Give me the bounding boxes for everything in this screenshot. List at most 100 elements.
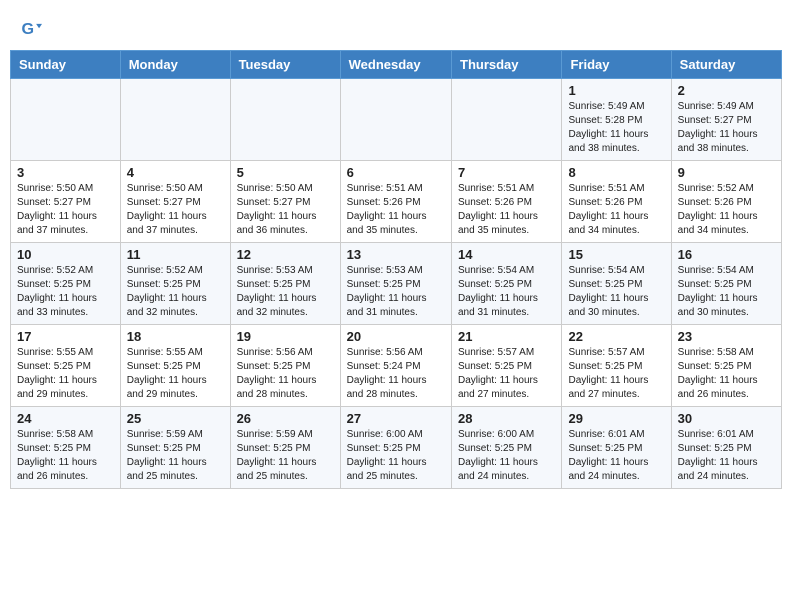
day-number: 22 [568,329,664,344]
calendar-cell: 6 Sunrise: 5:51 AM Sunset: 5:26 PM Daylig… [340,161,451,243]
day-info: Sunrise: 5:55 AM Sunset: 5:25 PM Dayligh… [127,346,224,402]
day-info: Sunrise: 5:59 AM Sunset: 5:25 PM Dayligh… [127,428,224,484]
day-info: Sunrise: 5:55 AM Sunset: 5:25 PM Dayligh… [17,346,114,402]
day-number: 24 [17,411,114,426]
day-number: 10 [17,247,114,262]
day-number: 2 [678,83,775,98]
calendar-week-row: 10 Sunrise: 5:52 AM Sunset: 5:25 PM Dayli… [11,243,782,325]
day-info: Sunrise: 5:49 AM Sunset: 5:27 PM Dayligh… [678,100,775,156]
weekday-header-friday: Friday [562,51,671,79]
day-number: 30 [678,411,775,426]
day-info: Sunrise: 5:54 AM Sunset: 5:25 PM Dayligh… [678,264,775,320]
day-info: Sunrise: 5:53 AM Sunset: 5:25 PM Dayligh… [237,264,334,320]
calendar-cell: 19Sunrise: 5:56 AM Sunset: 5:25 PM Dayli… [230,325,340,407]
day-info: Sunrise: 5:49 AM Sunset: 5:28 PM Dayligh… [568,100,664,156]
day-number: 28 [458,411,555,426]
calendar-cell: 15 Sunrise: 5:54 AM Sunset: 5:25 PM Dayli… [562,243,671,325]
weekday-header-thursday: Thursday [452,51,562,79]
day-number: 3 [17,165,114,180]
day-number: 4 [127,165,224,180]
calendar-cell: 23 Sunrise: 5:58 AM Sunset: 5:25 PM Dayli… [671,325,781,407]
calendar-cell: 10 Sunrise: 5:52 AM Sunset: 5:25 PM Dayli… [11,243,121,325]
day-info: Sunrise: 5:52 AM Sunset: 5:25 PM Dayligh… [17,264,114,320]
day-number: 21 [458,329,555,344]
calendar-week-row: 24 Sunrise: 5:58 AM Sunset: 5:25 PM Dayli… [11,407,782,489]
calendar-cell: 30 Sunrise: 6:01 AM Sunset: 5:25 PM Dayli… [671,407,781,489]
calendar-cell: 16 Sunrise: 5:54 AM Sunset: 5:25 PM Dayli… [671,243,781,325]
weekday-header-wednesday: Wednesday [340,51,451,79]
day-number: 20 [347,329,445,344]
calendar-cell: 24 Sunrise: 5:58 AM Sunset: 5:25 PM Dayli… [11,407,121,489]
day-info: Sunrise: 5:51 AM Sunset: 5:26 PM Dayligh… [347,182,445,238]
day-info: Sunrise: 5:59 AM Sunset: 5:25 PM Dayligh… [237,428,334,484]
day-number: 13 [347,247,445,262]
day-number: 18 [127,329,224,344]
calendar-cell: 20 Sunrise: 5:56 AM Sunset: 5:24 PM Dayli… [340,325,451,407]
weekday-header-saturday: Saturday [671,51,781,79]
day-info: Sunrise: 6:00 AM Sunset: 5:25 PM Dayligh… [347,428,445,484]
day-number: 27 [347,411,445,426]
calendar-cell: 4 Sunrise: 5:50 AM Sunset: 5:27 PM Daylig… [120,161,230,243]
day-info: Sunrise: 5:50 AM Sunset: 5:27 PM Dayligh… [127,182,224,238]
calendar-cell: 29 Sunrise: 6:01 AM Sunset: 5:25 PM Dayli… [562,407,671,489]
calendar-cell: 17 Sunrise: 5:55 AM Sunset: 5:25 PM Dayli… [11,325,121,407]
day-info: Sunrise: 5:51 AM Sunset: 5:26 PM Dayligh… [568,182,664,238]
calendar-cell [452,79,562,161]
day-number: 14 [458,247,555,262]
day-number: 29 [568,411,664,426]
calendar-table: SundayMondayTuesdayWednesdayThursdayFrid… [10,50,782,489]
day-number: 25 [127,411,224,426]
calendar-cell [120,79,230,161]
calendar-cell: 13Sunrise: 5:53 AM Sunset: 5:25 PM Dayli… [340,243,451,325]
calendar-cell: 1 Sunrise: 5:49 AM Sunset: 5:28 PM Daylig… [562,79,671,161]
day-info: Sunrise: 5:57 AM Sunset: 5:25 PM Dayligh… [568,346,664,402]
day-number: 23 [678,329,775,344]
day-info: Sunrise: 5:52 AM Sunset: 5:26 PM Dayligh… [678,182,775,238]
day-info: Sunrise: 5:57 AM Sunset: 5:25 PM Dayligh… [458,346,555,402]
day-number: 1 [568,83,664,98]
day-number: 7 [458,165,555,180]
logo: G [20,18,46,40]
calendar-cell: 9Sunrise: 5:52 AM Sunset: 5:26 PM Daylig… [671,161,781,243]
calendar-cell: 7Sunrise: 5:51 AM Sunset: 5:26 PM Daylig… [452,161,562,243]
weekday-header-monday: Monday [120,51,230,79]
day-info: Sunrise: 5:58 AM Sunset: 5:25 PM Dayligh… [17,428,114,484]
calendar-cell: 28Sunrise: 6:00 AM Sunset: 5:25 PM Dayli… [452,407,562,489]
calendar-body: 1 Sunrise: 5:49 AM Sunset: 5:28 PM Daylig… [11,79,782,489]
day-info: Sunrise: 5:56 AM Sunset: 5:24 PM Dayligh… [347,346,445,402]
day-number: 6 [347,165,445,180]
day-info: Sunrise: 5:52 AM Sunset: 5:25 PM Dayligh… [127,264,224,320]
day-info: Sunrise: 6:01 AM Sunset: 5:25 PM Dayligh… [568,428,664,484]
calendar-cell [340,79,451,161]
calendar-cell [230,79,340,161]
calendar-cell: 2 Sunrise: 5:49 AM Sunset: 5:27 PM Daylig… [671,79,781,161]
day-number: 12 [237,247,334,262]
day-number: 17 [17,329,114,344]
calendar-cell: 8 Sunrise: 5:51 AM Sunset: 5:26 PM Daylig… [562,161,671,243]
day-number: 15 [568,247,664,262]
calendar-cell: 26 Sunrise: 5:59 AM Sunset: 5:25 PM Dayli… [230,407,340,489]
day-number: 16 [678,247,775,262]
calendar-week-row: 17 Sunrise: 5:55 AM Sunset: 5:25 PM Dayli… [11,325,782,407]
calendar-cell: 5Sunrise: 5:50 AM Sunset: 5:27 PM Daylig… [230,161,340,243]
calendar-week-row: 1 Sunrise: 5:49 AM Sunset: 5:28 PM Daylig… [11,79,782,161]
weekday-header-sunday: Sunday [11,51,121,79]
calendar-cell: 27 Sunrise: 6:00 AM Sunset: 5:25 PM Dayli… [340,407,451,489]
calendar-cell: 21 Sunrise: 5:57 AM Sunset: 5:25 PM Dayli… [452,325,562,407]
logo-icon: G [20,18,42,40]
day-number: 26 [237,411,334,426]
calendar-cell [11,79,121,161]
day-info: Sunrise: 5:50 AM Sunset: 5:27 PM Dayligh… [17,182,114,238]
day-number: 8 [568,165,664,180]
svg-text:G: G [21,20,34,38]
calendar-cell: 3 Sunrise: 5:50 AM Sunset: 5:27 PM Daylig… [11,161,121,243]
day-info: Sunrise: 6:01 AM Sunset: 5:25 PM Dayligh… [678,428,775,484]
weekday-header-row: SundayMondayTuesdayWednesdayThursdayFrid… [11,51,782,79]
day-info: Sunrise: 5:50 AM Sunset: 5:27 PM Dayligh… [237,182,334,238]
day-number: 19 [237,329,334,344]
page-header: G [0,0,792,50]
day-info: Sunrise: 5:54 AM Sunset: 5:25 PM Dayligh… [568,264,664,320]
day-number: 11 [127,247,224,262]
calendar-cell: 22 Sunrise: 5:57 AM Sunset: 5:25 PM Dayli… [562,325,671,407]
day-info: Sunrise: 5:58 AM Sunset: 5:25 PM Dayligh… [678,346,775,402]
